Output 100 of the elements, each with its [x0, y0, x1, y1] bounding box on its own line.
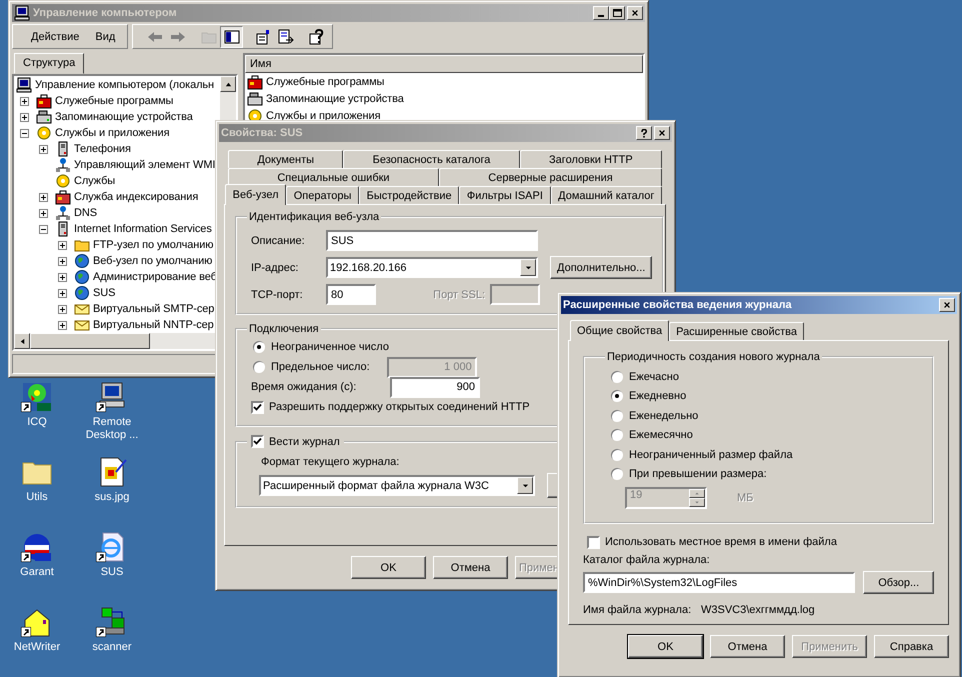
- dropdown-button[interactable]: [520, 259, 536, 276]
- browse-button[interactable]: Обзор...: [863, 571, 934, 594]
- scroll-up-button[interactable]: [220, 76, 236, 92]
- radio-button[interactable]: [611, 370, 623, 383]
- menu-item[interactable]: Вид: [87, 28, 124, 44]
- radio-button[interactable]: [611, 448, 623, 461]
- expand-icon[interactable]: [58, 240, 67, 250]
- expand-icon[interactable]: [39, 208, 48, 218]
- collapse-icon[interactable]: [20, 128, 29, 138]
- tree-item[interactable]: Управляющий элемент WMI: [74, 159, 216, 171]
- desktop-icon-label[interactable]: Remote Desktop ...: [77, 416, 147, 442]
- tree-item[interactable]: SUS: [93, 287, 116, 299]
- dialog-button[interactable]: OK: [351, 556, 426, 579]
- checkbox-label[interactable]: Вести журнал: [269, 436, 340, 448]
- desktop-icon-label[interactable]: scanner: [77, 641, 147, 654]
- advanced-button[interactable]: Дополнительно...: [550, 256, 652, 279]
- desktop-icon-label[interactable]: SUS: [77, 566, 147, 579]
- checkbox-label[interactable]: Использовать местное время в имени файла: [605, 536, 837, 548]
- tab[interactable]: Домашний каталог: [550, 186, 662, 204]
- tree-item[interactable]: Управление компьютером (локальн: [35, 79, 214, 91]
- expand-icon[interactable]: [20, 112, 29, 122]
- checkbox[interactable]: [587, 536, 600, 548]
- option-label[interactable]: Ежечасно: [629, 370, 679, 383]
- ip-address-dropdown[interactable]: 192.168.20.166: [326, 257, 538, 278]
- scroll-left-button[interactable]: [14, 333, 30, 349]
- tree-item[interactable]: Виртуальный NNTP-сер: [93, 319, 214, 331]
- tcp-port-field[interactable]: 80: [326, 284, 376, 305]
- ssl-port-field[interactable]: [490, 284, 540, 305]
- menu-item[interactable]: Действие: [23, 28, 88, 44]
- tree-item[interactable]: Службы и приложения: [55, 127, 170, 139]
- tree-item[interactable]: FTP-узел по умолчанию: [93, 239, 214, 251]
- tab[interactable]: Документы: [228, 150, 344, 168]
- dialog-button[interactable]: OK: [628, 635, 703, 658]
- dialog-button[interactable]: Справка: [874, 635, 949, 658]
- option-label[interactable]: Еженедельно: [629, 410, 698, 422]
- tab[interactable]: Операторы: [286, 186, 360, 204]
- tab[interactable]: Расширенные свойства: [669, 322, 804, 340]
- expand-icon[interactable]: [39, 144, 48, 154]
- desktop-icon-label[interactable]: Garant: [2, 566, 72, 579]
- option-label[interactable]: Неограниченное число: [271, 341, 389, 353]
- list-item[interactable]: Службы и приложения: [266, 110, 380, 122]
- desktop-icon-label[interactable]: NetWriter: [2, 641, 72, 654]
- option-label[interactable]: Неограниченный размер файла: [629, 448, 793, 461]
- tree-item[interactable]: Веб-узел по умолчанию: [93, 255, 212, 267]
- checkbox[interactable]: [251, 400, 264, 414]
- timeout-field[interactable]: 900: [390, 376, 480, 398]
- expand-icon[interactable]: [58, 304, 67, 314]
- expand-icon[interactable]: [39, 192, 48, 202]
- close-button[interactable]: [939, 298, 955, 312]
- collapse-icon[interactable]: [39, 224, 48, 234]
- toolbox-icon: [247, 74, 263, 90]
- list-item[interactable]: Служебные программы: [266, 76, 384, 88]
- tree-item[interactable]: Internet Information Services: [74, 223, 212, 235]
- radio-button[interactable]: [611, 468, 623, 480]
- tree-item[interactable]: Запоминающие устройства: [55, 111, 193, 123]
- radio-button[interactable]: [611, 390, 623, 402]
- tree-item[interactable]: Службы: [74, 175, 116, 187]
- desktop-icon-label[interactable]: Utils: [2, 491, 72, 504]
- tree-item[interactable]: DNS: [74, 207, 97, 219]
- expand-icon[interactable]: [20, 96, 29, 106]
- desktop-icon-label[interactable]: sus.jpg: [77, 491, 147, 504]
- field-label: Каталог файла журнала:: [583, 554, 711, 566]
- expand-icon[interactable]: [58, 272, 67, 282]
- tab[interactable]: Быстродействие: [359, 186, 460, 204]
- checkbox-label[interactable]: Разрешить поддержку открытых соединений HTTP: [269, 401, 530, 413]
- expand-icon[interactable]: [58, 256, 67, 266]
- tree-item[interactable]: Служба индексирования: [74, 191, 198, 203]
- tab[interactable]: Безопасность каталога: [343, 150, 520, 168]
- desktop-icon-label[interactable]: ICQ: [2, 416, 72, 429]
- column-header[interactable]: Имя: [245, 55, 643, 73]
- tab[interactable]: Веб-узел: [225, 184, 286, 205]
- dropdown-button[interactable]: [517, 477, 533, 494]
- list-item[interactable]: Запоминающие устройства: [266, 93, 404, 105]
- tab[interactable]: Заголовки HTTP: [520, 150, 662, 168]
- expand-icon[interactable]: [58, 288, 67, 298]
- radio-button[interactable]: [611, 410, 623, 422]
- directory-field[interactable]: %WinDir%\System32\LogFiles: [583, 572, 856, 593]
- radio-button[interactable]: [253, 361, 265, 373]
- option-label[interactable]: Ежедневно: [629, 390, 686, 402]
- dialog-button[interactable]: Отмена: [433, 556, 508, 579]
- flower-icon[interactable]: [21, 381, 53, 413]
- toolbar-button[interactable]: [220, 26, 244, 48]
- description-field[interactable]: SUS: [326, 230, 538, 251]
- tab[interactable]: Серверные расширения: [438, 168, 662, 186]
- dialog-button[interactable]: Отмена: [710, 635, 785, 658]
- tree-item[interactable]: Служебные программы: [55, 95, 174, 107]
- log-format-dropdown[interactable]: Расширенный формат файла журнала W3C: [259, 475, 535, 496]
- option-label[interactable]: Предельное число:: [271, 361, 370, 373]
- radio-button[interactable]: [253, 341, 265, 353]
- option-label[interactable]: Ежемесячно: [629, 429, 693, 442]
- radio-button[interactable]: [611, 429, 623, 442]
- tab[interactable]: Общие свойства: [570, 320, 670, 341]
- option-label[interactable]: При превышении размера:: [629, 468, 767, 480]
- tree-item[interactable]: Телефония: [74, 143, 131, 155]
- tab[interactable]: Фильтры ISAPI: [459, 186, 551, 204]
- scroll-thumb[interactable]: [30, 333, 150, 349]
- checkbox[interactable]: [251, 435, 264, 448]
- tab[interactable]: Специальные ошибки: [228, 168, 439, 186]
- expand-icon[interactable]: [58, 320, 67, 330]
- tree-item[interactable]: Виртуальный SMTP-сер: [93, 303, 214, 315]
